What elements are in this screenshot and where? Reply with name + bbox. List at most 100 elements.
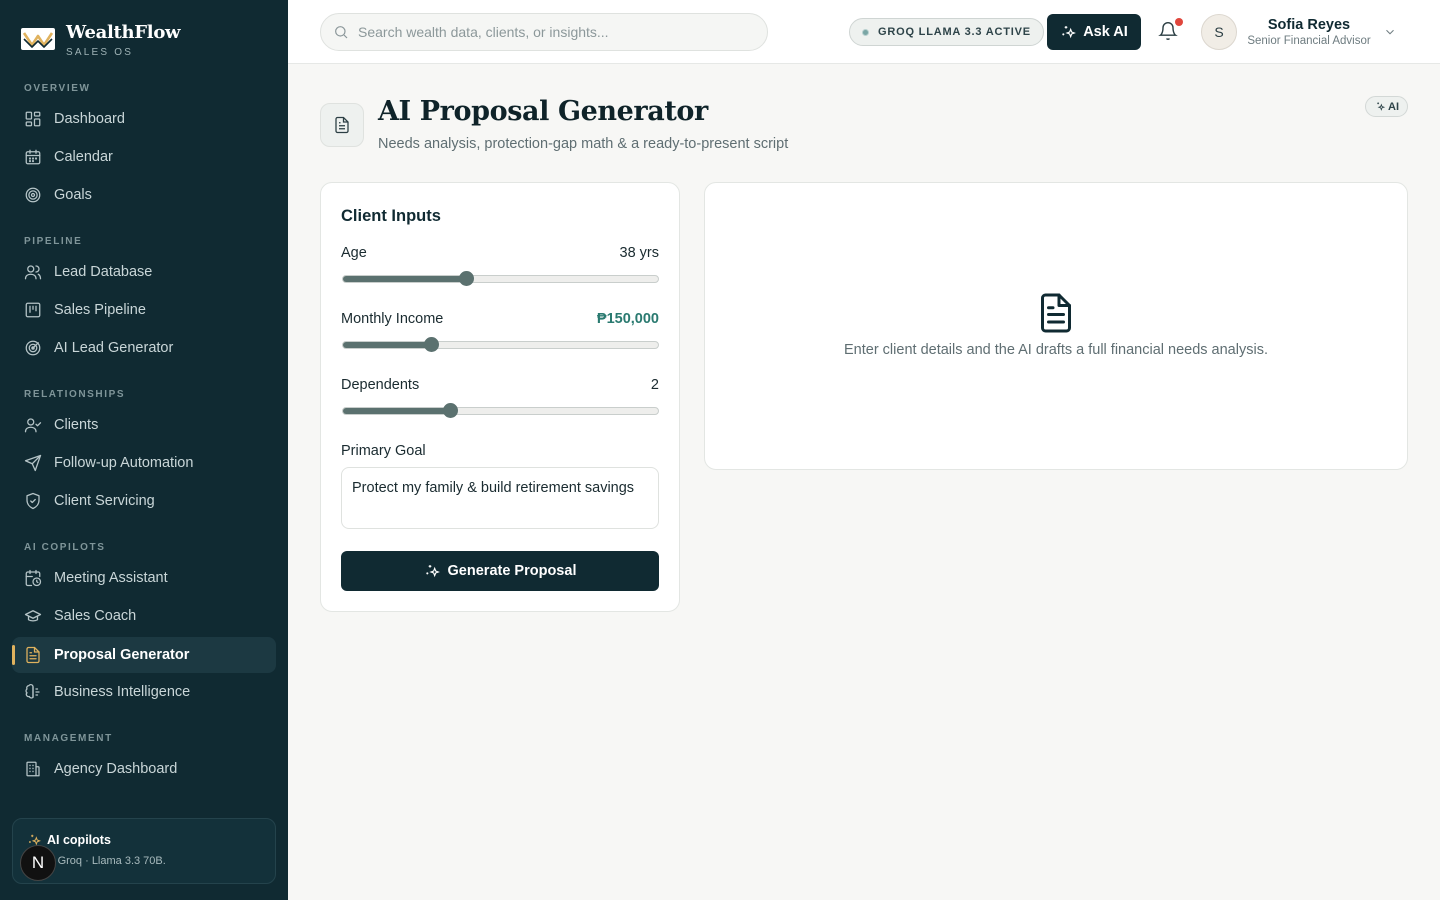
file-text-icon [26,646,40,664]
proposal-output-card: Enter client details and the AI drafts a… [704,182,1408,470]
empty-state-icon [1038,293,1074,333]
monthly-income-label: Monthly Income [341,311,444,327]
user-check-icon [24,418,42,433]
sidebar-item-label: Sales Pipeline [54,302,146,318]
chevron-down-icon [1386,29,1394,35]
n-badge[interactable]: N [20,845,56,881]
ai-chip: AI [1365,96,1408,117]
nav-section-management: MANAGEMENT [24,733,113,744]
generate-proposal-label: Generate Proposal [447,563,577,579]
slider-fill [343,276,466,282]
brand-name: WealthFlow [66,22,181,43]
sidebar-item-label: Clients [54,417,99,433]
sidebar-item-agency-dashboard[interactable]: Agency Dashboard [12,751,276,787]
slider-thumb[interactable] [458,271,474,286]
brand[interactable]: WealthFlow SALES OS [20,22,181,58]
page-title: AI Proposal Generator [378,96,708,127]
sidebar-item-sales-coach[interactable]: Sales Coach [12,598,276,634]
page-icon [320,103,364,147]
notification-dot [1175,18,1183,26]
empty-state-text: Enter client details and the AI drafts a… [844,342,1268,358]
file-text-icon [335,116,349,134]
age-value: 38 yrs [619,245,660,261]
notifications-button[interactable] [1158,18,1183,43]
sidebar-item-label: Business Intelligence [54,684,191,700]
sidebar-item-label: Dashboard [54,111,125,127]
client-inputs-card: Client Inputs Age 38 yrs Monthly Income … [320,182,680,612]
brand-subtitle: SALES OS [66,47,134,58]
topbar: GROQ LLAMA 3.3 ACTIVE Ask AI S Sofia Rey… [288,0,1440,64]
sidebar-item-goals[interactable]: Goals [12,177,276,213]
sidebar-item-label: Lead Database [54,264,153,280]
sparkles-icon [1377,102,1385,111]
user-menu-toggle[interactable] [1383,25,1397,39]
monthly-income-slider[interactable] [342,337,659,352]
nav-section-ai-copilots: AI COPILOTS [24,542,106,553]
sidebar-item-follow-up-automation[interactable]: Follow-up Automation [12,445,276,481]
sidebar-item-meeting-assistant[interactable]: Meeting Assistant [12,560,276,596]
sidebar-item-ai-lead-generator[interactable]: AI Lead Generator [12,330,276,366]
sidebar-item-lead-database[interactable]: Lead Database [12,254,276,290]
primary-goal-label: Primary Goal [341,443,426,459]
generate-proposal-button[interactable]: Generate Proposal [341,551,659,591]
sidebar-item-label: Client Servicing [54,493,155,509]
age-label: Age [341,245,367,261]
sparkles-icon [1062,26,1077,39]
sidebar-item-label: Meeting Assistant [54,570,168,586]
dependents-slider[interactable] [342,403,659,418]
brain-icon [25,683,40,699]
calendar-icon [25,149,41,165]
shield-icon [26,492,40,510]
kanban-icon [25,302,41,318]
file-text-icon [1041,293,1071,333]
graduation-cap-icon [24,610,42,622]
nav-section-relationships: RELATIONSHIPS [24,389,126,400]
slider-fill [343,342,432,348]
sidebar-item-label: Sales Coach [54,608,137,624]
monthly-income-value: ₱150,000 [596,311,659,327]
model-status-pill: GROQ LLAMA 3.3 ACTIVE [849,18,1044,46]
radar-icon [25,340,41,356]
primary-goal-input[interactable]: Protect my family & build retirement sav… [341,467,659,529]
nav-section-pipeline: PIPELINE [24,236,83,247]
sidebar: WealthFlow SALES OS OVERVIEW Dashboard C… [0,0,288,900]
sidebar-item-sales-pipeline[interactable]: Sales Pipeline [12,292,276,328]
ask-ai-label: Ask AI [1083,24,1128,40]
sidebar-item-label: Follow-up Automation [54,455,194,471]
search-icon [335,26,348,39]
grid-icon [25,111,41,127]
sidebar-item-client-servicing[interactable]: Client Servicing [12,483,276,519]
search-bar[interactable] [320,13,768,51]
nav-section-overview: OVERVIEW [24,83,91,94]
sidebar-item-dashboard[interactable]: Dashboard [12,101,276,137]
slider-thumb[interactable] [443,403,459,418]
dependents-value: 2 [650,377,659,393]
sidebar-item-label: Calendar [54,149,113,165]
sidebar-item-label: Goals [54,187,92,203]
copilot-card-title: AI copilots [47,833,111,847]
user-role: Senior Financial Advisor [1247,35,1371,47]
avatar[interactable]: S [1201,14,1237,50]
users-icon [24,265,42,280]
age-slider[interactable] [342,271,659,286]
ai-chip-label: AI [1388,100,1399,113]
sidebar-item-proposal-generator[interactable]: Proposal Generator [12,637,276,673]
sidebar-item-business-intelligence[interactable]: Business Intelligence [12,674,276,710]
card-title: Client Inputs [341,207,441,225]
sidebar-item-calendar[interactable]: Calendar [12,139,276,175]
model-status-text: GROQ LLAMA 3.3 ACTIVE [878,26,1031,38]
user-name[interactable]: Sofia Reyes [1246,17,1372,33]
sidebar-item-label: AI Lead Generator [54,340,174,356]
page-subtitle: Needs analysis, protection-gap math & a … [378,136,789,152]
status-dot [862,28,869,36]
send-icon [24,454,42,472]
sparkles-icon [425,565,440,578]
building-icon [26,761,40,777]
target-icon [25,187,41,203]
slider-thumb[interactable] [424,337,440,352]
sidebar-item-label: Proposal Generator [54,647,190,663]
ask-ai-button[interactable]: Ask AI [1047,14,1141,50]
search-input[interactable] [358,24,758,40]
sidebar-item-clients[interactable]: Clients [12,407,276,443]
dependents-label: Dependents [341,377,420,393]
